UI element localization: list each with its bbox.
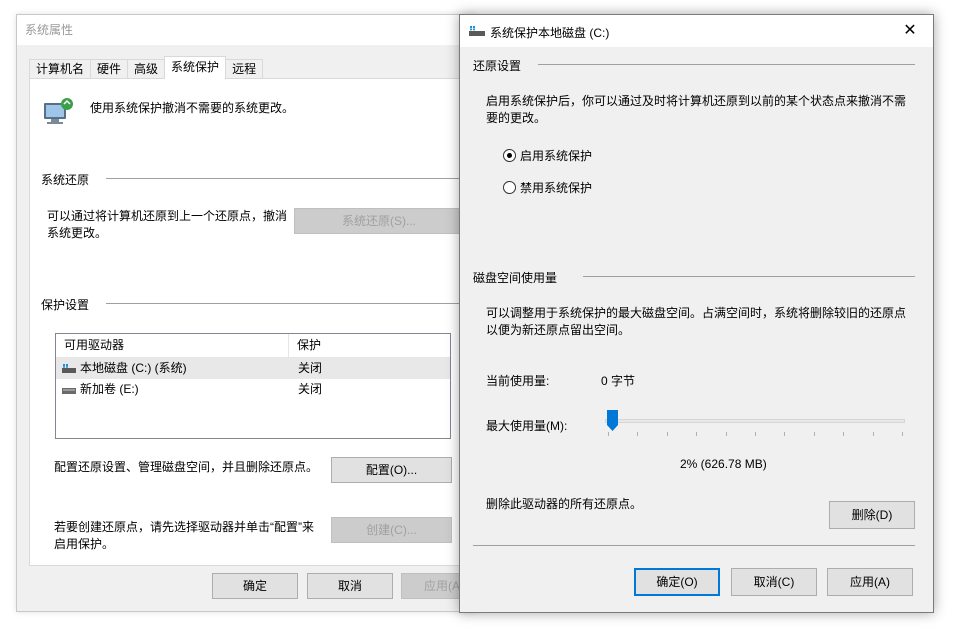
radio-selected-icon [503,149,516,162]
configure-description: 配置还原设置、管理磁盘空间，并且删除还原点。 [54,460,319,474]
max-usage-slider-thumb[interactable] [606,410,618,431]
dialog-titlebar[interactable]: 系统保护本地磁盘 (C:) ✕ [460,15,933,47]
slider-tick [813,432,815,436]
delete-restore-points-button[interactable]: 删除(D) [829,501,915,529]
disable-protection-label: 禁用系统保护 [520,181,593,195]
delete-description: 删除此驱动器的所有还原点。 [486,497,643,511]
dialog-apply-button[interactable]: 应用(A) [827,568,913,596]
max-usage-slider-track[interactable] [605,419,905,423]
slider-tick [637,432,639,436]
dialog-cancel-button[interactable]: 取消(C) [731,568,817,596]
slider-tick [608,432,609,436]
drive-protection-status: 关闭 [298,382,323,396]
create-restore-point-button[interactable]: 创建(C)... [331,517,452,543]
disk-usage-group-label: 磁盘空间使用量 [473,271,558,285]
current-usage-value: 0 字节 [601,374,636,388]
system-restore-computer-icon [44,98,73,124]
drive-icon [62,387,76,394]
drive-row-e[interactable]: 新加卷 (E:) 关闭 [56,379,450,400]
create-description-line1: 若要创建还原点，请先选择驱动器并单击“配置”来 [54,520,314,534]
disk-usage-group-line [583,276,915,277]
disk-usage-description-line1: 可以调整用于系统保护的最大磁盘空间。占满空间时，系统将删除较旧的还原点 [486,306,907,320]
system-properties-window: 系统属性 计算机名 硬件 高级 系统保护 远程 使用系统保护撤消不需要的系统更改… [16,14,487,612]
drive-name: 本地磁盘 (C:) (系统) [80,361,187,375]
system-drive-icon [469,26,485,36]
restore-settings-description-line2: 要的更改。 [486,111,547,125]
restore-description-line1: 可以通过将计算机还原到上一个还原点，撤消 [47,209,288,223]
restore-settings-description-line1: 启用系统保护后，你可以通过及时将计算机还原到以前的某个状态点来撤消不需 [486,94,907,108]
slider-tick [755,432,756,436]
slider-tick [725,432,727,436]
close-icon[interactable]: ✕ [887,15,933,47]
column-header-protection[interactable]: 保护 [289,334,321,357]
protection-settings-group-line [106,303,462,304]
max-usage-value: 2% (626.78 MB) [680,457,767,471]
system-protection-dialog: 系统保护本地磁盘 (C:) ✕ 还原设置 启用系统保护后，你可以通过及时将计算机… [459,14,934,613]
drive-row-c[interactable]: 本地磁盘 (C:) (系统) 关闭 [56,358,450,379]
system-drive-icon [62,363,76,373]
slider-tick [784,432,786,436]
dialog-bottom-separator [473,545,915,546]
tab-remote[interactable]: 远程 [225,59,264,79]
max-usage-label: 最大使用量(M): [486,419,568,433]
current-usage-label: 当前使用量: [486,374,550,388]
protection-intro-text: 使用系统保护撤消不需要的系统更改。 [90,101,295,115]
tab-system-protection[interactable]: 系统保护 [164,56,227,79]
slider-ticks [608,432,903,436]
disk-usage-description-line2: 以便为新还原点留出空间。 [486,323,631,337]
available-drives-list[interactable]: 可用驱动器 保护 本地磁盘 (C:) (系统) 关闭 新加卷 (E:) 关闭 [55,333,451,439]
column-header-drives[interactable]: 可用驱动器 [56,334,289,357]
system-restore-group-label: 系统还原 [41,173,90,187]
slider-tick [843,432,845,436]
slider-tick [666,432,668,436]
system-protection-panel: 使用系统保护撤消不需要的系统更改。 系统还原 可以通过将计算机还原到上一个还原点… [29,78,469,566]
slider-tick [696,432,698,436]
create-description-line2: 启用保护。 [54,537,115,551]
system-restore-group-line [106,178,462,179]
system-properties-ok-button[interactable]: 确定 [212,573,298,599]
drive-name: 新加卷 (E:) [80,382,139,396]
disable-protection-radio[interactable]: 禁用系统保护 [503,179,592,196]
dialog-title: 系统保护本地磁盘 (C:) [490,26,610,40]
restore-settings-group-line [538,64,915,65]
drive-protection-status: 关闭 [298,361,323,375]
tab-hardware[interactable]: 硬件 [90,59,129,79]
dialog-ok-button[interactable]: 确定(O) [634,568,720,596]
restore-description-line2: 系统更改。 [47,226,108,240]
tab-advanced[interactable]: 高级 [127,59,166,79]
slider-tick [872,432,874,436]
system-properties-title: 系统属性 [17,15,475,45]
tab-computer-name[interactable]: 计算机名 [29,59,92,79]
drive-list-header: 可用驱动器 保护 [56,334,450,358]
configure-button[interactable]: 配置(O)... [331,457,452,483]
enable-protection-label: 启用系统保护 [520,149,593,163]
radio-unselected-icon [503,181,516,194]
restore-settings-group-label: 还原设置 [473,59,522,73]
system-restore-button[interactable]: 系统还原(S)... [294,208,464,234]
slider-tick [902,432,903,436]
tab-strip: 计算机名 硬件 高级 系统保护 远程 [29,56,264,79]
protection-settings-group-label: 保护设置 [41,298,90,312]
system-properties-cancel-button[interactable]: 取消 [307,573,393,599]
enable-protection-radio[interactable]: 启用系统保护 [503,147,592,164]
